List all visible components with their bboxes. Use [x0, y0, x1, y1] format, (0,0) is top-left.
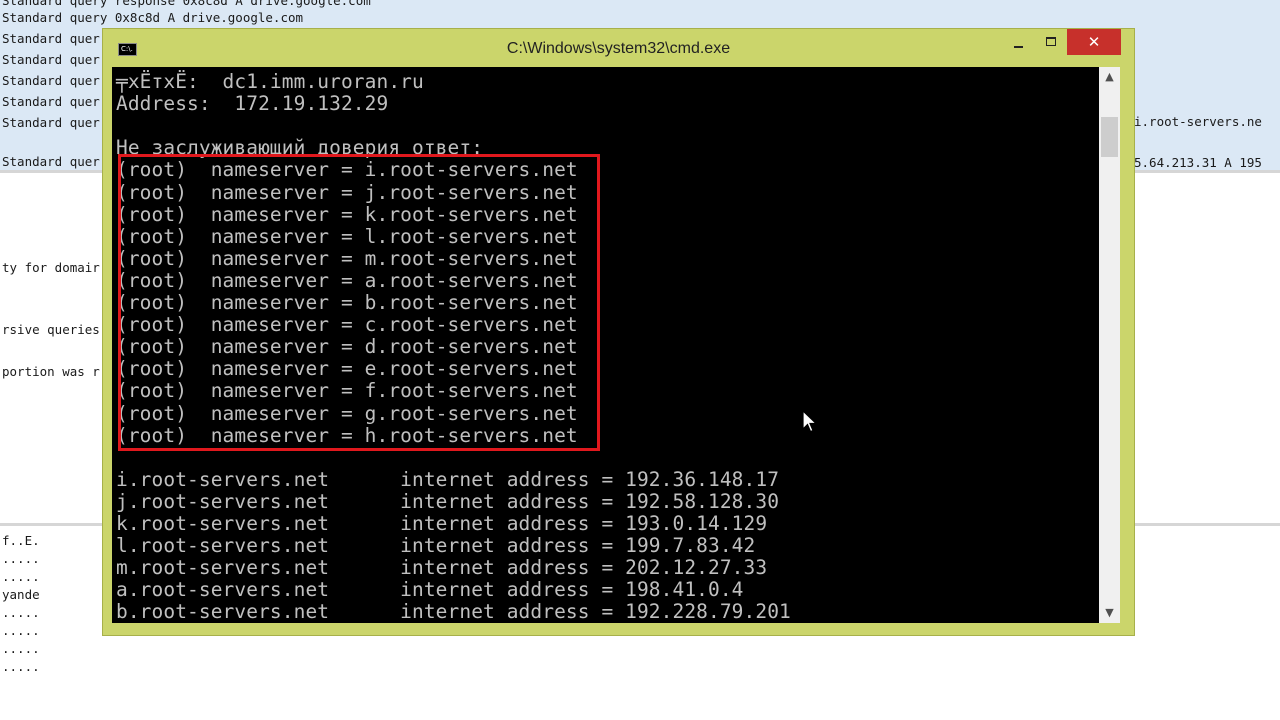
- scroll-down-icon[interactable]: ▼: [1099, 603, 1120, 623]
- packet-detail-line: portion was r: [2, 364, 100, 379]
- cmd-window[interactable]: C:\. C:\Windows\system32\cmd.exe ✕ ╤xЁтx…: [103, 29, 1134, 635]
- maximize-icon: [1046, 37, 1056, 46]
- hex-dump-line: .....: [2, 551, 40, 566]
- packet-row[interactable]: Standard quer: [2, 70, 100, 91]
- close-icon: ✕: [1087, 33, 1101, 51]
- scroll-thumb[interactable]: [1101, 117, 1118, 157]
- console-line: i.root-servers.net internet address = 19…: [116, 467, 780, 491]
- hex-dump-line: yande: [2, 587, 40, 602]
- packet-row[interactable]: Standard quer: [2, 28, 100, 49]
- hex-dump-line: .....: [2, 659, 40, 674]
- packet-detail-line: ty for domair: [2, 260, 100, 275]
- console-line: j.root-servers.net internet address = 19…: [116, 489, 780, 513]
- hex-dump-line: .....: [2, 641, 40, 656]
- mouse-cursor-icon: [802, 410, 818, 433]
- console-line: m.root-servers.net internet address = 20…: [116, 556, 768, 580]
- console-line: a.root-servers.net internet address = 19…: [116, 578, 744, 602]
- console-line: Address: 172.19.132.29: [116, 92, 389, 116]
- hex-dump-line: .....: [2, 569, 40, 584]
- window-title: C:\Windows\system32\cmd.exe: [506, 40, 731, 57]
- close-button[interactable]: ✕: [1067, 29, 1121, 55]
- packet-row-info: i.root-servers.ne: [1134, 114, 1262, 129]
- title-bar[interactable]: C:\. C:\Windows\system32\cmd.exe ✕: [103, 29, 1134, 67]
- nameserver-highlight-box: [118, 154, 600, 451]
- console-line: k.root-servers.net internet address = 19…: [116, 512, 768, 535]
- minimize-icon: [1014, 46, 1023, 48]
- console-line: ╤xЁтxЁ: dc1.imm.uroran.ru: [116, 70, 424, 93]
- console-line: b.root-servers.net internet address = 19…: [116, 600, 791, 623]
- packet-detail-line: rsive queries: [2, 322, 100, 337]
- maximize-button[interactable]: [1035, 32, 1068, 54]
- minimize-button[interactable]: [1002, 32, 1035, 54]
- hex-dump-line: .....: [2, 623, 40, 638]
- packet-row[interactable]: Standard query 0x8c8d A drive.google.com: [2, 7, 303, 28]
- console-line: l.root-servers.net internet address = 19…: [116, 534, 756, 558]
- packet-row[interactable]: Standard quer: [2, 91, 100, 112]
- console-output[interactable]: ╤xЁтxЁ: dc1.imm.uroran.ru Address: 172.19…: [112, 67, 1099, 623]
- vertical-scrollbar[interactable]: ▲ ▼: [1099, 67, 1120, 623]
- hex-dump-line: f..E.: [2, 533, 40, 548]
- packet-row-info: 5.64.213.31 A 195: [1134, 155, 1262, 170]
- packet-row[interactable]: Standard quer: [2, 112, 100, 133]
- hex-dump-line: .....: [2, 605, 40, 620]
- packet-row[interactable]: Standard quer: [2, 49, 100, 70]
- packet-row[interactable]: Standard quer: [2, 151, 100, 170]
- scroll-up-icon[interactable]: ▲: [1099, 67, 1120, 87]
